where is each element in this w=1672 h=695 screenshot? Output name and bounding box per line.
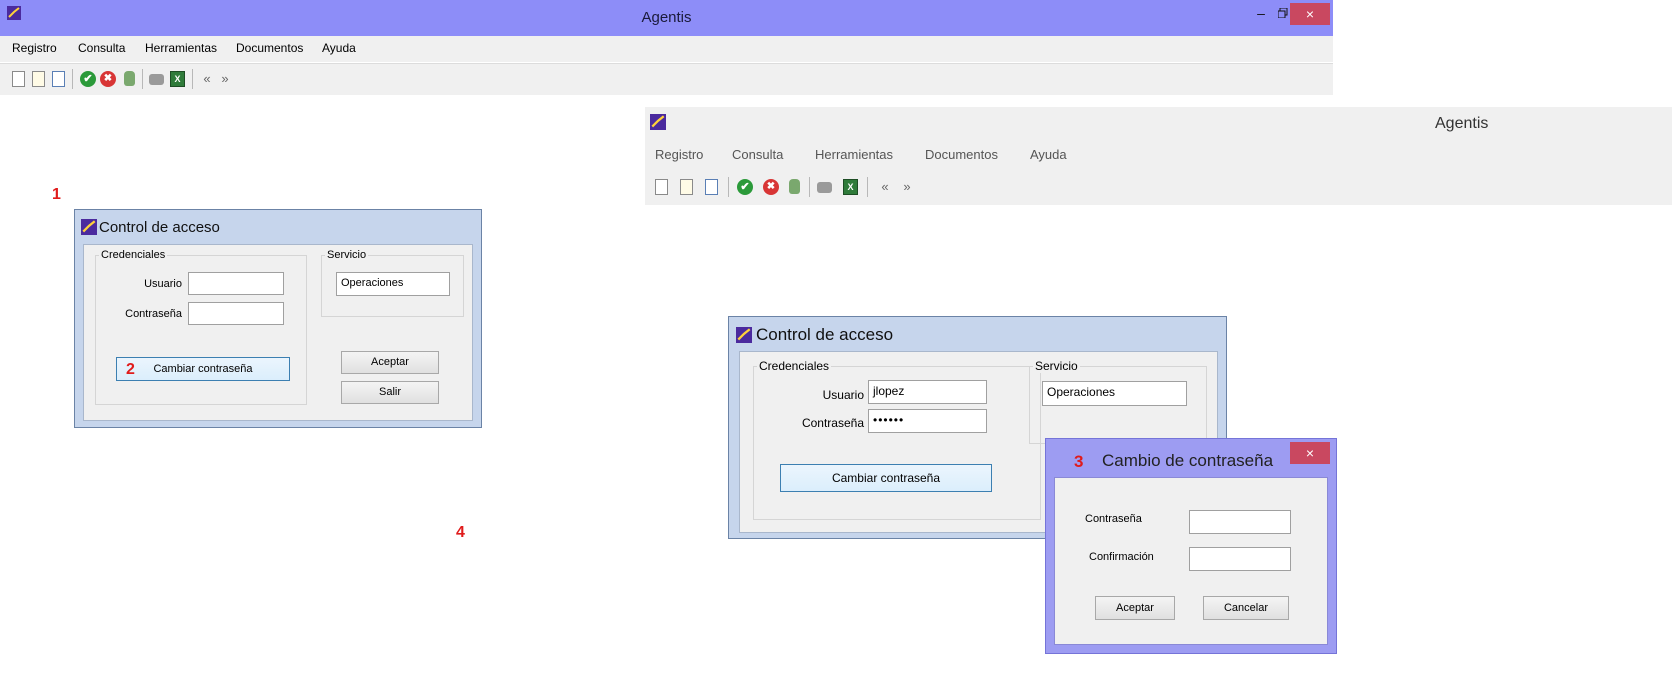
open-document-icon[interactable] <box>32 71 45 87</box>
accept-icon[interactable]: ✔ <box>737 179 753 195</box>
app-logo-icon <box>81 219 97 235</box>
open-document-icon[interactable] <box>680 179 693 195</box>
database-icon[interactable] <box>124 71 135 86</box>
user-label: Usuario <box>144 278 182 290</box>
new-document-icon[interactable] <box>655 179 668 195</box>
main-window-right: Agentis Registro Consulta Herramientas D… <box>645 107 1672 205</box>
edit-document-icon[interactable] <box>52 71 65 87</box>
cancel-icon[interactable]: ✖ <box>763 179 779 195</box>
service-input[interactable]: Operaciones <box>336 272 450 296</box>
change-password-button[interactable]: Cambiar contraseña <box>116 357 290 381</box>
confirm-password-label: Confirmación <box>1089 551 1154 563</box>
login-dialog: Control de acceso Credenciales Usuario C… <box>74 209 482 428</box>
menu-consulta[interactable]: Consulta <box>732 147 783 162</box>
menu-documentos[interactable]: Documentos <box>236 41 303 55</box>
credentials-group-label: Credenciales <box>757 359 832 373</box>
toolbar-separator <box>728 177 729 197</box>
next-icon[interactable]: » <box>899 179 915 195</box>
previous-icon[interactable]: « <box>877 179 893 195</box>
dialog-title: Control de acceso <box>99 219 220 236</box>
menu-registro[interactable]: Registro <box>12 41 57 55</box>
main-window-left: Agentis – × Registro Consulta Herramient… <box>0 0 1333 95</box>
service-group-label: Servicio <box>325 249 369 261</box>
new-password-input[interactable] <box>1189 510 1291 534</box>
menu-ayuda[interactable]: Ayuda <box>1030 147 1067 162</box>
step-label-4: 4 <box>456 524 465 541</box>
dialog-body: Credenciales Usuario Contraseña Cambiar … <box>83 244 473 421</box>
accept-icon[interactable]: ✔ <box>80 71 96 87</box>
minimize-button[interactable]: – <box>1250 4 1272 22</box>
menu-herramientas[interactable]: Herramientas <box>815 147 893 162</box>
toolbar: ✔ ✖ X « » <box>645 169 1672 205</box>
toolbar-separator <box>192 69 193 89</box>
menu-registro[interactable]: Registro <box>655 147 703 162</box>
title-bar: Agentis <box>645 107 1672 139</box>
change-password-button[interactable]: Cambiar contraseña <box>780 464 992 492</box>
edit-document-icon[interactable] <box>705 179 718 195</box>
app-logo-icon <box>650 114 666 130</box>
excel-export-icon[interactable]: X <box>170 71 185 87</box>
exit-button[interactable]: Salir <box>341 381 439 404</box>
new-document-icon[interactable] <box>12 71 25 87</box>
service-group-label: Servicio <box>1033 359 1080 373</box>
toolbar-separator <box>142 69 143 89</box>
dialog-title: Cambio de contraseña <box>1102 451 1274 470</box>
service-input[interactable]: Operaciones <box>1042 381 1187 406</box>
menu-ayuda[interactable]: Ayuda <box>322 41 356 55</box>
next-icon[interactable]: » <box>217 71 233 87</box>
menu-bar: Registro Consulta Herramientas Documento… <box>645 139 1672 169</box>
window-title: Agentis <box>1435 115 1489 132</box>
change-password-dialog: 3 Cambio de contraseña × Contraseña Conf… <box>1045 438 1337 654</box>
menu-bar: Registro Consulta Herramientas Documento… <box>0 36 1333 62</box>
cancel-button[interactable]: Cancelar <box>1203 596 1289 620</box>
cancel-icon[interactable]: ✖ <box>100 71 116 87</box>
user-label: Usuario <box>822 388 864 402</box>
dialog-title: Control de acceso <box>756 325 894 344</box>
step-label-1: 1 <box>52 186 61 203</box>
app-logo-icon <box>736 327 752 343</box>
toolbar-separator <box>867 177 868 197</box>
password-input[interactable]: •••••• <box>868 409 987 433</box>
user-input[interactable] <box>188 272 284 295</box>
dialog-body: Contraseña Confirmación Aceptar Cancelar <box>1054 477 1328 645</box>
password-label: Contraseña <box>801 416 864 430</box>
toolbar-separator <box>72 69 73 89</box>
menu-consulta[interactable]: Consulta <box>78 41 125 55</box>
step-label-3: 3 <box>1074 452 1084 471</box>
toolbar: ✔ ✖ X « » <box>0 63 1333 95</box>
database-icon[interactable] <box>789 179 800 194</box>
excel-export-icon[interactable]: X <box>843 179 858 195</box>
user-input[interactable]: jlopez <box>868 380 987 404</box>
close-button[interactable]: × <box>1290 442 1330 464</box>
password-input[interactable] <box>188 302 284 325</box>
close-button[interactable]: × <box>1290 3 1330 25</box>
title-bar: Agentis – × <box>0 0 1333 36</box>
confirm-password-input[interactable] <box>1189 547 1291 571</box>
accept-button[interactable]: Aceptar <box>341 351 439 374</box>
step-label-2: 2 <box>126 361 135 378</box>
window-title: Agentis <box>641 9 692 26</box>
password-label: Contraseña <box>125 308 182 320</box>
previous-icon[interactable]: « <box>199 71 215 87</box>
restore-icon <box>1277 7 1288 19</box>
menu-herramientas[interactable]: Herramientas <box>145 41 217 55</box>
print-icon[interactable] <box>149 74 164 85</box>
accept-button[interactable]: Aceptar <box>1095 596 1175 620</box>
new-password-label: Contraseña <box>1085 513 1142 525</box>
credentials-group-label: Credenciales <box>99 249 168 261</box>
toolbar-separator <box>809 177 810 197</box>
print-icon[interactable] <box>817 182 832 193</box>
menu-documentos[interactable]: Documentos <box>925 147 998 162</box>
